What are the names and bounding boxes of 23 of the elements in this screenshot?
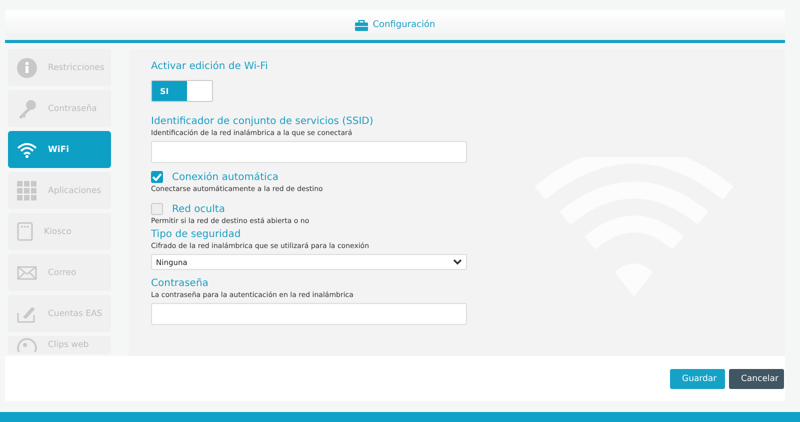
info-icon	[17, 58, 37, 78]
checkbox[interactable]	[151, 171, 163, 183]
key-icon	[17, 98, 37, 118]
field-label: Activar edición de Wi-Fi	[151, 61, 268, 72]
signature-icon	[17, 304, 37, 322]
text-input[interactable]	[151, 141, 467, 163]
toggle-switch[interactable]: SI	[151, 80, 213, 102]
tablet-icon	[17, 222, 33, 241]
field-label: Contraseña	[151, 278, 208, 289]
briefcase-icon	[354, 20, 368, 30]
wifi-icon	[17, 142, 37, 158]
checkbox-label: Red oculta	[172, 204, 225, 214]
field-label: Tipo de seguridad	[151, 229, 241, 240]
text-input[interactable]	[151, 303, 467, 325]
page-title: Configuración	[372, 20, 436, 30]
chevron-down-icon	[453, 259, 462, 265]
checkbox-label: Conexión automática	[172, 172, 278, 182]
grid-icon	[17, 180, 37, 200]
save-button[interactable]: Guardar	[670, 368, 725, 388]
cancel-button[interactable]: Cancelar	[729, 368, 784, 388]
checkbox[interactable]	[151, 203, 163, 215]
field-label: Identificador de conjunto de servicios (SSID)	[151, 116, 374, 127]
envelope-icon	[17, 266, 37, 280]
